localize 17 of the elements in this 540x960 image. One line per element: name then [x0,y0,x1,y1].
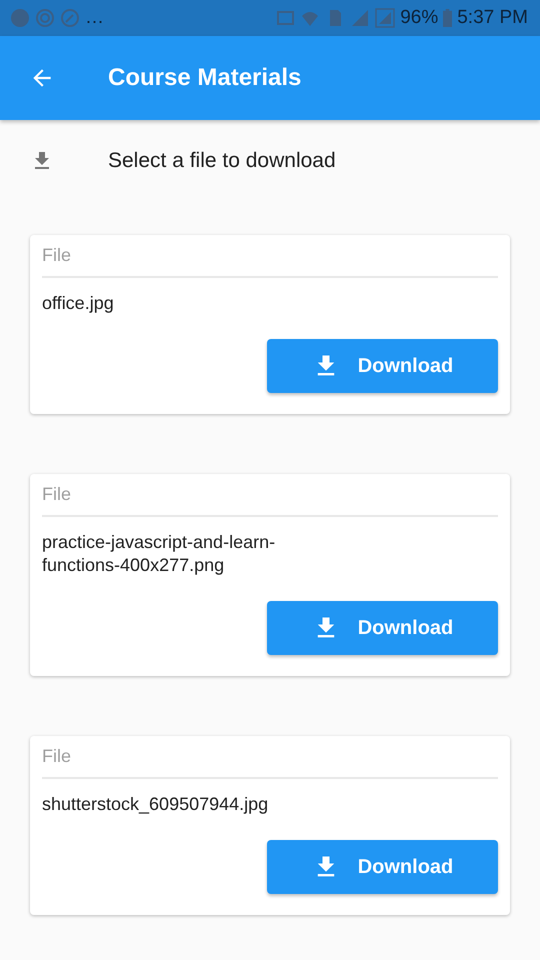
page-title: Course Materials [108,64,302,92]
download-button[interactable]: Download [267,339,498,393]
field-label: File [42,484,498,517]
clock: 5:37 PM [457,7,528,29]
file-name: practice-javascript-and-learn-functions-400x277.png [42,531,276,577]
file-name: office.jpg [42,292,115,315]
signal-icon [375,8,396,28]
signal-icon [350,8,370,28]
battery-icon [443,9,452,27]
instruction-text: Select a file to download [108,149,336,173]
download-button[interactable]: Download [267,840,498,894]
field-label: File [42,245,498,278]
field-label: File [42,746,498,779]
download-button[interactable]: Download [267,601,498,655]
overflow-indicator: … [85,7,104,29]
battery-percent: 96% [400,7,438,29]
file-name: shutterstock_609507944.jpg [42,793,270,816]
